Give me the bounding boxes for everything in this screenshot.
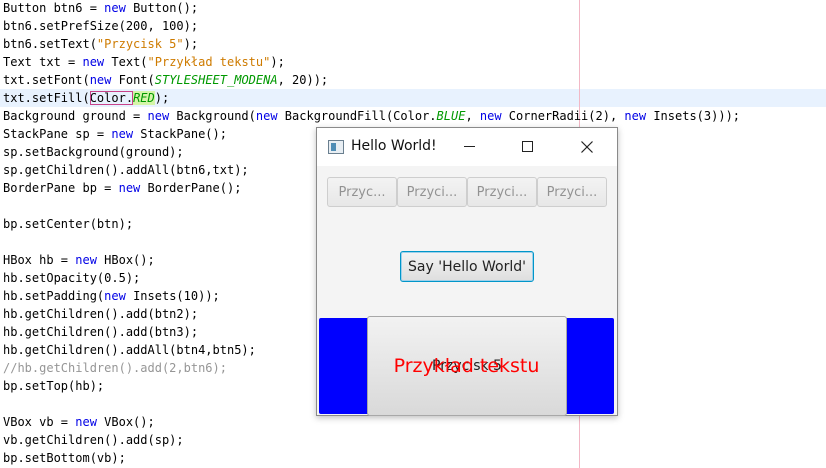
code-token: new [111,127,134,141]
code-token: vb.getChildren().add(sp); [3,433,184,447]
code-token: ); [270,55,285,69]
window-title: Hello World! [351,138,437,154]
code-token: new [75,415,97,429]
code-token: VBox(); [96,415,155,429]
przycisk-3-button[interactable]: Przyci... [467,177,537,207]
code-token: btn6.setText( [3,37,97,51]
say-hello-world-button[interactable]: Say 'Hello World' [400,251,534,282]
code-token: new [82,55,105,69]
code-token: hb.getChildren().add(btn3); [3,325,199,339]
przycisk-2-button[interactable]: Przyci... [397,177,467,207]
code-token: txt.setFont( [3,73,90,87]
code-token: "Przykład tekstu" [147,55,271,69]
code-token: ); [154,91,170,105]
code-token: , 20)); [277,73,329,87]
code-token: Font( [111,73,155,87]
code-token: txt.setFill( [3,91,90,105]
code-line: Background ground = new Background(new B… [3,107,740,125]
przycisk-4-button[interactable]: Przyci... [537,177,607,207]
code-line: btn6.setPrefSize(200, 100); [3,17,740,35]
code-token: CornerRadii(2), [501,109,625,123]
code-token: new [624,109,647,123]
code-token: RED [133,91,155,105]
code-token: Color. [89,91,134,105]
code-token: Background ground = [3,109,148,123]
close-button[interactable] [567,136,607,158]
close-icon [581,141,593,153]
code-token: new [147,109,170,123]
code-token: StackPane(); [133,127,227,141]
code-line: bp.setBottom(vb); [3,449,740,467]
code-token: VBox vb = [3,415,76,429]
code-token: , [465,109,480,123]
code-token: new [118,181,141,195]
code-token: Button btn6 = [3,1,105,15]
blue-stack-pane: Przycisk 5 Przykład tekstu [319,316,614,416]
java-app-icon [328,140,344,154]
przycisk-5-button[interactable]: Przycisk 5 [367,316,567,416]
code-line: vb.getChildren().add(sp); [3,431,740,449]
code-token: ); [183,37,199,51]
code-token: hb.setPadding( [3,289,105,303]
code-token: new [75,253,97,267]
przycisk-1-button[interactable]: Przyc... [327,177,397,207]
code-token: Insets(3))); [646,109,741,123]
code-token: STYLESHEET_MODENA [154,73,278,87]
window-titlebar[interactable]: Hello World! [317,128,617,166]
code-line: Button btn6 = new Button(); [3,0,740,17]
code-token: HBox(); [96,253,155,267]
code-token: Text( [104,55,148,69]
code-token: new [479,109,502,123]
code-token: bp.setBottom(vb); [3,451,126,465]
code-token: hb.getChildren().add(btn2); [3,307,199,321]
code-token: new [255,109,278,123]
code-token: BorderPane bp = [3,181,119,195]
hello-world-window[interactable]: Hello World! Przyc... Przyci... Przyci..… [316,127,618,416]
code-token: //hb.getChildren().add(2,btn6); [3,361,227,375]
code-token: bp.setTop(hb); [3,379,105,393]
code-token: sp.setBackground(ground); [3,145,184,159]
code-token: new [104,1,126,15]
code-token: StackPane sp = [3,127,112,141]
code-token: bp.setCenter(btn); [3,217,134,231]
maximize-button[interactable] [507,136,547,158]
code-line: Text txt = new Text("Przykład tekstu"); [3,53,740,71]
code-token: "Przycisk 5" [96,37,184,51]
code-line: btn6.setText("Przycisk 5"); [3,35,740,53]
code-token: BorderPane(); [140,181,242,195]
code-token: hb.setOpacity(0.5); [3,271,141,285]
code-token: BackgroundFill(Color. [277,109,437,123]
code-line: txt.setFont(new Font(STYLESHEET_MODENA, … [3,71,740,89]
minimize-button[interactable] [449,136,489,158]
top-button-row: Przyc... Przyci... Przyci... Przyci... [327,177,607,207]
code-token: Button(); [125,1,199,15]
code-line: txt.setFill(Color.RED); [0,89,826,107]
code-token: Text txt = [3,55,83,69]
code-token: hb.getChildren().addAll(btn4,btn5); [3,343,256,357]
code-token: BLUE [436,109,466,123]
code-token: Insets(10)); [125,289,220,303]
code-token: HBox hb = [3,253,76,267]
code-token: Background( [169,109,256,123]
code-token: sp.getChildren().addAll(btn6,txt); [3,163,249,177]
code-token: new [89,73,112,87]
code-token: new [104,289,126,303]
code-token: btn6.setPrefSize(200, 100); [3,19,199,33]
